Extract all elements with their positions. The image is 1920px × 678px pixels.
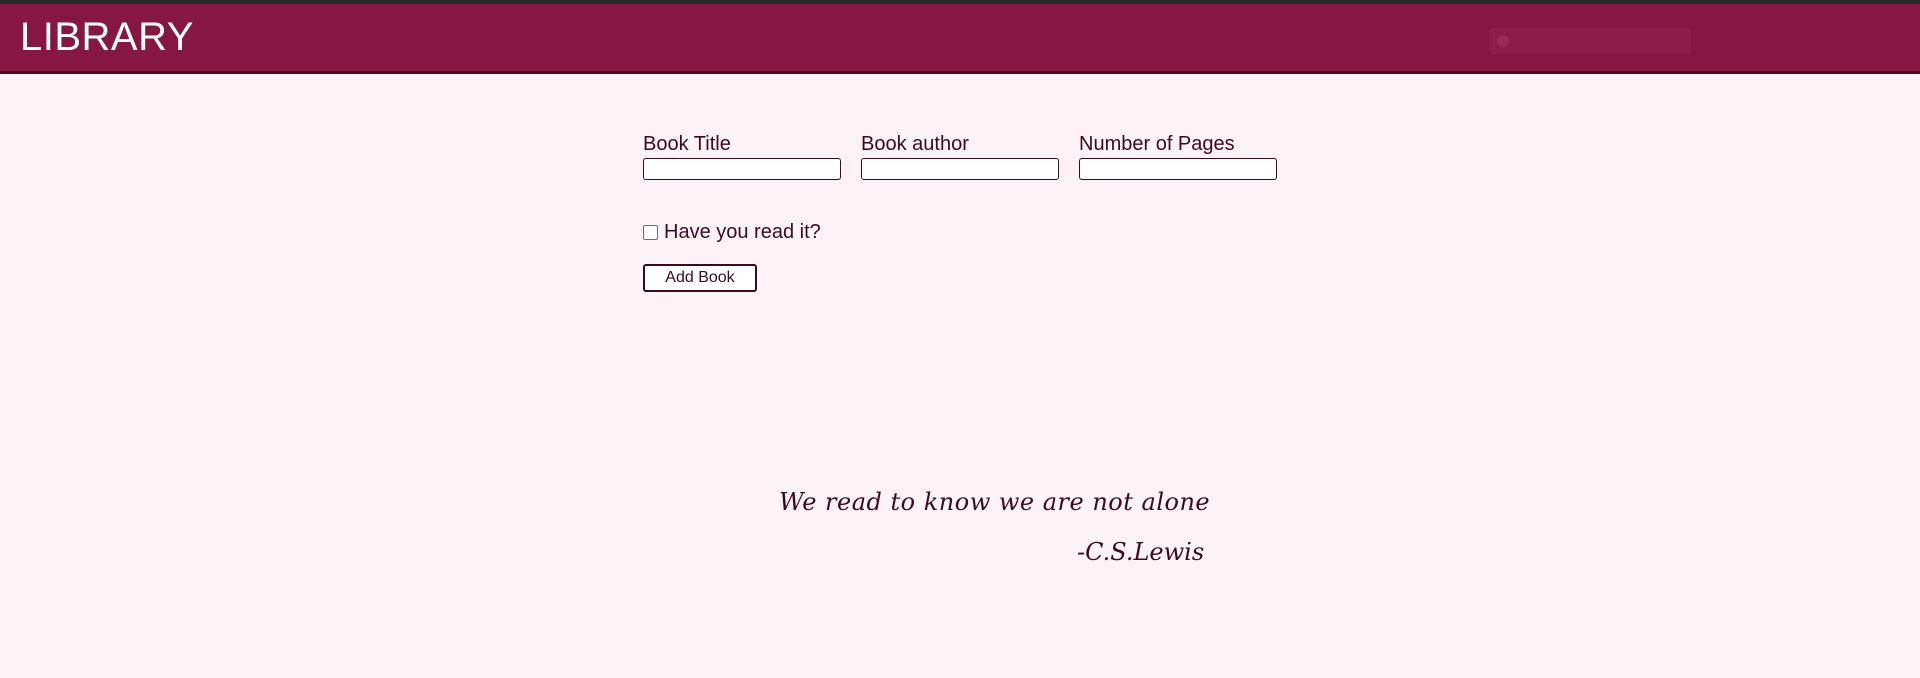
read-checkbox-label[interactable]: Have you read it? — [664, 221, 821, 244]
app-header: LIBRARY — [0, 4, 1920, 74]
book-author-input[interactable] — [861, 158, 1059, 180]
circle-icon — [1497, 35, 1509, 47]
quote-author: -C.S.Lewis — [1077, 538, 1205, 566]
book-title-input[interactable] — [643, 158, 841, 180]
book-title-label: Book Title — [643, 133, 731, 155]
number-of-pages-label: Number of Pages — [1079, 133, 1235, 155]
read-checkbox-row[interactable]: Have you read it? — [643, 221, 821, 244]
quote-text: We read to know we are not alone — [779, 488, 1211, 516]
number-of-pages-input[interactable] — [1079, 158, 1277, 180]
app-title: LIBRARY — [20, 15, 194, 59]
faded-header-control[interactable] — [1489, 28, 1691, 54]
add-book-button[interactable]: Add Book — [643, 264, 757, 292]
read-checkbox[interactable] — [643, 225, 658, 240]
book-author-label: Book author — [861, 133, 969, 155]
